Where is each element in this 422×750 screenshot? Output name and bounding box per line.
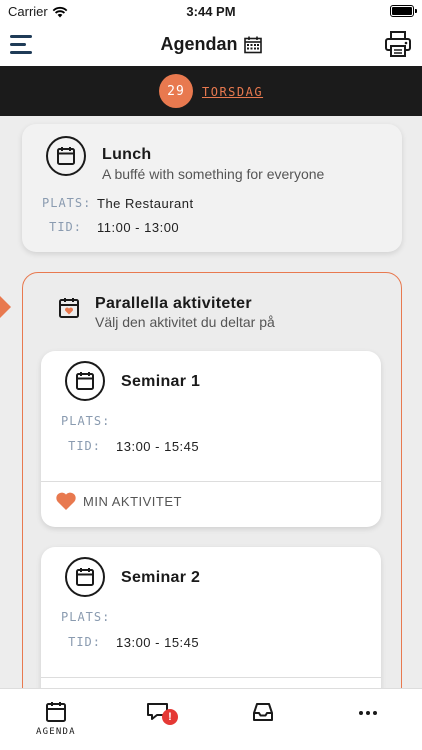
tab-inbox[interactable]	[252, 701, 274, 723]
heart-icon	[56, 492, 76, 510]
date-number-badge[interactable]: 29	[159, 74, 193, 108]
my-activity-toggle[interactable]: MIN AKTIVITET	[55, 491, 182, 511]
weekday-link[interactable]: TORSDAG	[202, 85, 263, 99]
calendar-icon	[45, 702, 66, 722]
session-title: Seminar 1	[121, 373, 201, 390]
place-label: PLATS:	[61, 610, 111, 624]
session-card-seminar-1[interactable]: Seminar 1 PLATS: TID: 13:00 - 15:45 MIN …	[41, 351, 381, 527]
divider	[41, 677, 381, 678]
tab-messages[interactable]: !	[146, 701, 178, 725]
status-bar: Carrier 3:44 PM	[0, 0, 422, 22]
time-label: TID:	[49, 220, 82, 234]
time-value: 11:00 - 13:00	[97, 220, 180, 235]
calendar-icon-circle	[65, 557, 105, 597]
session-card-seminar-2[interactable]: Seminar 2 PLATS: TID: 13:00 - 15:45	[41, 547, 381, 688]
date-bar: 29 TORSDAG	[0, 66, 422, 116]
calendar-icon	[76, 372, 94, 390]
more-icon	[359, 711, 377, 715]
my-activity-label: MIN AKTIVITET	[83, 493, 182, 509]
time-value: 13:00 - 15:45	[116, 439, 200, 454]
alert-badge: !	[162, 709, 178, 725]
agenda-list[interactable]: Lunch A buffé with something for everyon…	[0, 116, 422, 688]
printer-icon	[385, 31, 411, 57]
tab-bar: AGENDA !	[0, 688, 422, 750]
tab-agenda-label: AGENDA	[36, 727, 76, 737]
print-button[interactable]	[384, 30, 412, 58]
calendar-icon	[57, 147, 75, 165]
calendar-icon-circle	[65, 361, 105, 401]
time-value: 13:00 - 15:45	[116, 635, 200, 650]
current-pointer-arrow	[0, 296, 11, 318]
place-label: PLATS:	[42, 196, 92, 210]
time-label: TID:	[68, 635, 101, 649]
time-label: TID:	[68, 439, 101, 453]
lunch-card[interactable]: Lunch A buffé with something for everyon…	[22, 124, 402, 252]
lunch-title: Lunch	[102, 146, 152, 163]
page-title: Agendan	[160, 34, 238, 54]
session-title: Seminar 2	[121, 569, 201, 586]
parallel-title: Parallella aktiviteter	[95, 295, 252, 312]
battery-icon	[390, 5, 417, 17]
calendar-heart-icon	[59, 298, 79, 318]
calendar-grid-icon	[243, 36, 262, 53]
app-header: Agendan	[0, 22, 422, 66]
calendar-icon-circle	[46, 136, 86, 176]
page-title-row: Agendan	[0, 34, 422, 55]
lunch-subtitle: A buffé with something for everyone	[102, 166, 325, 182]
tab-more[interactable]	[358, 701, 378, 723]
calendar-icon	[76, 568, 94, 586]
divider	[41, 481, 381, 482]
inbox-icon	[253, 703, 273, 721]
tab-agenda[interactable]: AGENDA	[36, 701, 76, 737]
parallel-subtitle: Välj den aktivitet du deltar på	[95, 314, 275, 330]
place-value: The Restaurant	[97, 196, 194, 211]
parallel-activities-card: Parallella aktiviteter Välj den aktivite…	[22, 272, 402, 688]
place-label: PLATS:	[61, 414, 111, 428]
status-time: 3:44 PM	[186, 4, 236, 19]
